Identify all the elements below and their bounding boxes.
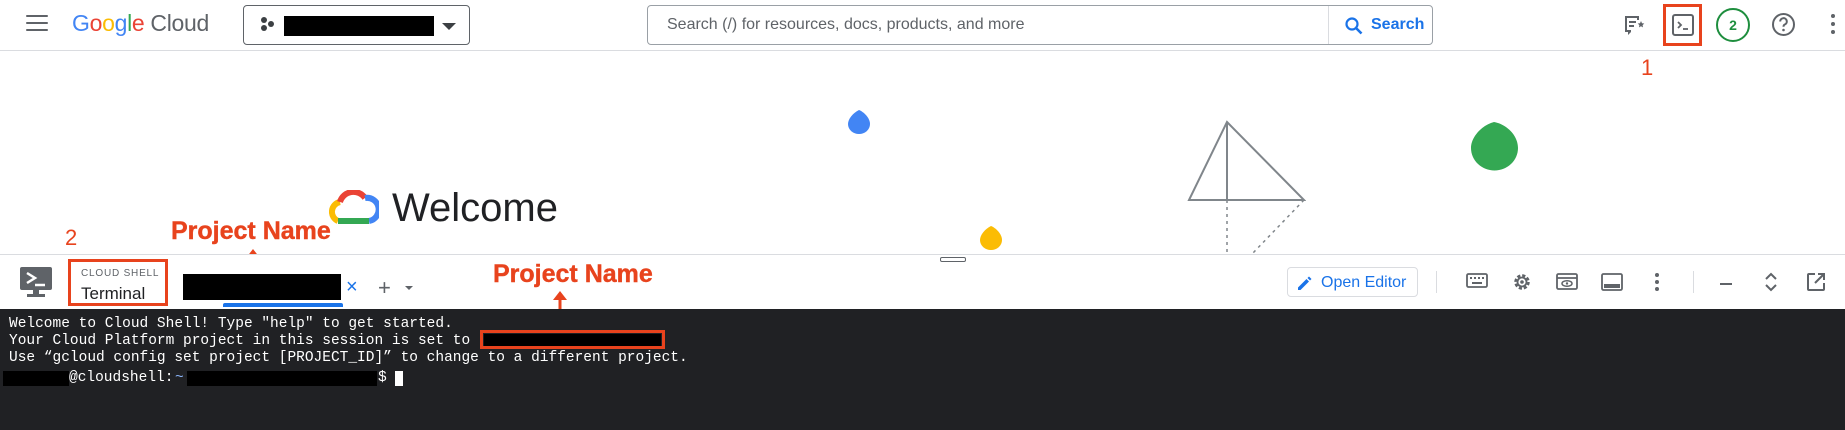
illustration-yellow-drop: [980, 226, 1002, 250]
more-vert-icon[interactable]: [1655, 273, 1659, 291]
help-icon[interactable]: [1771, 12, 1796, 37]
add-tab-button[interactable]: +: [378, 275, 391, 301]
terminal-line: Your Cloud Platform project in this sess…: [9, 333, 471, 349]
annotation-project-name-2: Project Name: [493, 260, 653, 288]
notifications-badge[interactable]: 2: [1716, 8, 1750, 42]
top-bar: GoogleCloud Search 2: [0, 0, 1845, 51]
logo-letter: g: [114, 10, 128, 36]
search-input[interactable]: [649, 7, 1329, 43]
terminal-tab[interactable]: ×: [183, 273, 363, 307]
chevron-down-icon[interactable]: [405, 286, 413, 290]
pencil-icon: [1298, 276, 1312, 290]
cloud-shell-highlight: [1663, 4, 1702, 46]
close-icon[interactable]: ×: [346, 276, 358, 299]
annotation-marker-1: 1: [1641, 55, 1654, 80]
cloud-shell-title: Terminal: [81, 284, 146, 303]
project-picker[interactable]: [243, 5, 470, 45]
prompt-symbol: $: [378, 370, 387, 386]
resize-handle[interactable]: [940, 257, 966, 262]
redacted-tab-label: [183, 274, 341, 300]
terminal-line: Welcome to Cloud Shell! Type "help" to g…: [9, 316, 453, 332]
logo-letter: G: [72, 10, 90, 36]
toolbar-separator: [1436, 271, 1437, 293]
gcp-logo-icon: [329, 190, 379, 224]
logo-letter: o: [89, 10, 103, 36]
open-editor-button[interactable]: Open Editor: [1287, 267, 1418, 297]
terminal-line: Use “gcloud config set project [PROJECT_…: [9, 350, 688, 366]
illustration-blue-drop: [848, 110, 870, 134]
web-preview-icon[interactable]: [1556, 272, 1578, 292]
chevron-down-icon: [442, 23, 456, 30]
prompt-path: ~: [175, 370, 184, 386]
prompt-host: @cloudshell:: [69, 370, 174, 386]
keyboard-icon[interactable]: [1466, 273, 1488, 289]
active-tab-indicator: [223, 303, 343, 307]
illustration-green-drop: [1471, 122, 1518, 171]
terminal-cursor: [395, 371, 403, 386]
redacted-project-prompt: [187, 371, 377, 386]
panel-icon[interactable]: [1601, 272, 1623, 292]
open-new-window-icon[interactable]: [1806, 272, 1826, 292]
open-editor-label: Open Editor: [1321, 274, 1407, 291]
project-id-highlight: [480, 330, 665, 349]
search-button[interactable]: Search: [1331, 6, 1433, 44]
logo-product-name: Cloud: [150, 10, 210, 36]
redacted-project-name: [284, 16, 434, 36]
welcome-heading: Welcome: [392, 186, 558, 230]
annotation-marker-2: 2: [65, 225, 78, 250]
minimize-icon[interactable]: [1718, 281, 1734, 287]
google-cloud-logo[interactable]: Google Cloud: [72, 10, 209, 37]
terminal-output[interactable]: Welcome to Cloud Shell! Type "help" to g…: [0, 309, 1845, 430]
annotation-project-name-1: Project Name: [171, 217, 331, 245]
notes-icon[interactable]: [1622, 13, 1646, 37]
logo-letter: e: [131, 10, 145, 36]
cloud-shell-eyebrow: CLOUD SHELL: [81, 268, 160, 279]
redacted-username: [3, 371, 69, 386]
logo-letter: o: [102, 10, 115, 36]
menu-icon[interactable]: [26, 15, 48, 33]
terminal-logo-icon: [20, 267, 52, 297]
search-button-label: Search: [1371, 16, 1425, 33]
more-vert-icon[interactable]: [1831, 14, 1835, 38]
settings-icon[interactable]: [1511, 271, 1533, 293]
restore-icon[interactable]: [1764, 271, 1778, 293]
search-divider: [1328, 6, 1329, 44]
cloud-shell-title-box: CLOUD SHELL Terminal: [68, 259, 168, 306]
cloud-shell-toolbar: CLOUD SHELL Terminal × + Open Editor: [0, 255, 1845, 309]
toolbar-separator: [1693, 271, 1694, 293]
search-bar: Search: [647, 5, 1433, 45]
search-icon: [1345, 17, 1363, 35]
illustration-sailboat: [1187, 120, 1306, 255]
